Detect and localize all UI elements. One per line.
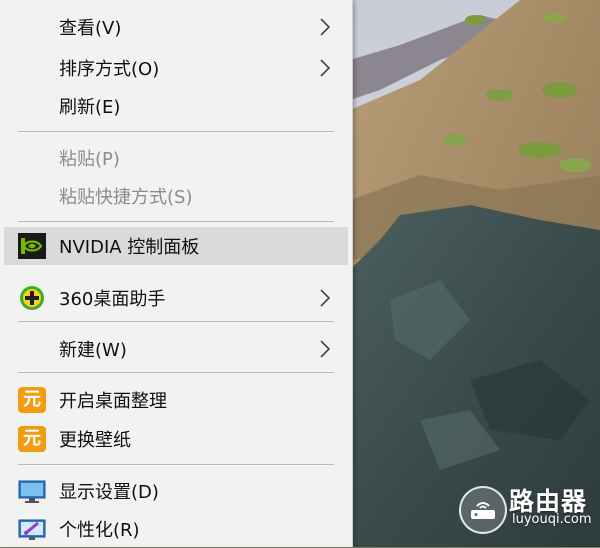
menu-separator <box>18 321 334 322</box>
chevron-right-icon <box>320 59 331 77</box>
menu-item-sort-by[interactable]: 排序方式(O) <box>4 49 348 87</box>
360-icon <box>20 286 44 310</box>
menu-separator <box>18 372 334 373</box>
menu-item-label: 开启桌面整理 <box>59 391 167 412</box>
menu-item-label: 显示设置(D) <box>59 482 159 503</box>
menu-item-label: 排序方式(O) <box>59 59 160 80</box>
monitor-icon <box>18 480 46 503</box>
menu-item-new[interactable]: 新建(W) <box>4 330 348 368</box>
menu-item-label: 个性化(R) <box>59 520 140 541</box>
menu-item-label: 粘贴快捷方式(S) <box>59 187 193 208</box>
nvidia-icon <box>18 233 46 259</box>
watermark-subtitle: luyouqi.com <box>512 512 592 527</box>
menu-item-label: NVIDIA 控制面板 <box>59 237 200 258</box>
menu-item-label: 刷新(E) <box>59 97 121 118</box>
menu-item-display-settings[interactable]: 显示设置(D) <box>4 472 348 510</box>
menu-item-label: 更换壁纸 <box>59 430 131 451</box>
menu-separator <box>18 464 334 465</box>
menu-item-view[interactable]: 查看(V) <box>4 8 348 46</box>
menu-item-refresh[interactable]: 刷新(E) <box>4 87 348 125</box>
menu-separator <box>18 131 334 132</box>
menu-item-change-wallpaper[interactable]: 元 更换壁纸 <box>4 420 348 458</box>
chevron-right-icon <box>320 289 331 307</box>
menu-item-desktop-organize[interactable]: 元 开启桌面整理 <box>4 381 348 419</box>
menu-item-label: 查看(V) <box>59 18 122 39</box>
menu-item-label: 360桌面助手 <box>59 289 166 310</box>
chevron-right-icon <box>320 18 331 36</box>
yuan-icon: 元 <box>18 387 46 413</box>
desktop-context-menu: 查看(V) 排序方式(O) 刷新(E) 粘贴(P) 粘贴快捷方式(S) NVID… <box>0 0 353 547</box>
router-logo-icon <box>459 486 507 534</box>
menu-item-label: 新建(W) <box>59 340 127 361</box>
menu-item-label: 粘贴(P) <box>59 149 120 170</box>
menu-item-personalize[interactable]: 个性化(R) <box>4 510 348 548</box>
yuan-icon: 元 <box>18 426 46 452</box>
menu-item-paste: 粘贴(P) <box>4 139 348 177</box>
menu-item-nvidia-control-panel[interactable]: NVIDIA 控制面板 <box>4 227 348 265</box>
menu-item-paste-shortcut: 粘贴快捷方式(S) <box>4 177 348 215</box>
chevron-right-icon <box>320 340 331 358</box>
menu-separator <box>18 221 334 222</box>
personalize-icon <box>18 519 46 540</box>
menu-item-360-desktop-assistant[interactable]: 360桌面助手 <box>4 279 348 317</box>
